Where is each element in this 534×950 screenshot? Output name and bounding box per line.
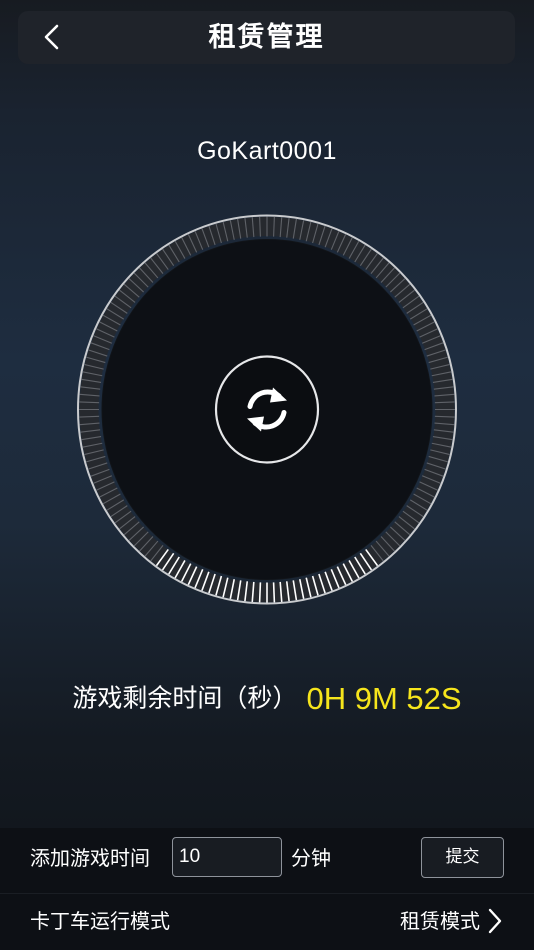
run-mode-value: 租赁模式 <box>400 909 480 933</box>
dial-tick <box>272 582 276 603</box>
dial-tick <box>434 415 455 418</box>
timer-dial <box>77 214 457 605</box>
refresh-icon[interactable] <box>227 370 307 450</box>
remaining-time-value: 0H 9M 52S <box>306 680 462 716</box>
remaining-time-row: 游戏剩余时间（秒） 0H 9M 52S <box>0 676 534 720</box>
submit-button[interactable]: 提交 <box>421 837 504 878</box>
minutes-input[interactable] <box>172 837 282 877</box>
dial-tick <box>79 415 100 418</box>
divider <box>0 893 534 894</box>
minutes-unit-label: 分钟 <box>291 846 331 870</box>
top-navigation-bar: 租赁管理 <box>18 11 515 64</box>
remaining-time-label: 游戏剩余时间（秒） <box>72 683 298 713</box>
run-mode-selector[interactable]: 租赁模式 <box>400 904 504 938</box>
dial-tick <box>434 401 455 404</box>
dial-tick <box>258 582 262 603</box>
run-mode-label: 卡丁车运行模式 <box>30 909 170 933</box>
dial-tick <box>259 216 261 237</box>
dial-tick <box>79 401 100 404</box>
page-title: 租赁管理 <box>208 22 325 53</box>
add-time-label: 添加游戏时间 <box>30 846 150 870</box>
device-name: GoKart0001 <box>197 137 337 165</box>
chevron-left-icon[interactable] <box>38 22 68 52</box>
chevron-right-icon <box>488 908 502 934</box>
dial-tick <box>273 216 275 237</box>
